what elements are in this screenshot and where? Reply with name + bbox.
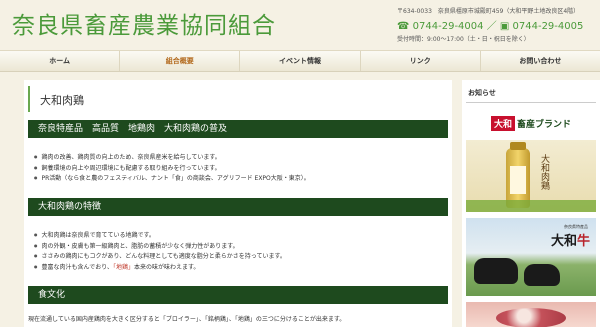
sidebar: お知らせ 大和 畜産ブランド 大和肉鶏 奈良県特産品 大和牛	[462, 80, 600, 327]
brand-text: 畜産ブランド	[517, 119, 572, 130]
business-hours: 受付時間：9:00〜17:00（土・日・祝日を除く）	[397, 36, 530, 43]
fax-icon: ▣	[499, 21, 510, 32]
food-culture-text: 現在流通している国内産鶏肉を大きく区分すると「ブロイラー」、「銘柄鶏」、「地鶏」…	[28, 316, 346, 323]
nav-item-home[interactable]: ホーム	[0, 51, 121, 71]
divider	[466, 102, 596, 103]
fax-number: 0744-29-4005	[512, 21, 584, 32]
contact-info: 〒634-0033 奈良県橿原市城殿町459（大和平野土地改良区4階） ☎ 07…	[397, 6, 592, 43]
yamato-beef-banner[interactable]: 奈良県特産品 大和牛	[466, 218, 596, 296]
meat-image	[496, 308, 566, 327]
leaf-decoration	[466, 200, 596, 212]
list-item: 大和肉鶏は奈良県で育てている地鶏です。	[34, 230, 286, 241]
page-heading: 大和肉鶏	[28, 86, 448, 112]
features-list: 大和肉鶏は奈良県で育てている地鶏です。 肉の外観・皮膚も第一級鶏肉と、脂肪の蓄積…	[34, 230, 286, 272]
yamato-brand-banner[interactable]: 大和 畜産ブランド	[466, 110, 596, 136]
main-nav: ホーム 組合概要 イベント情報 リンク お問い合わせ	[0, 50, 600, 72]
brand-highlight: 大和	[490, 115, 515, 131]
section-heading-features: 大和肉鶏の特徴	[28, 198, 448, 216]
cow-image	[524, 264, 560, 286]
promotion-list: 鶏肉の改善、鶏肉質の向上のため、奈良県産米を給与しています。 飼養環境の向上や周…	[34, 152, 310, 184]
bottle-label	[510, 166, 526, 194]
phone-icon: ☎	[397, 21, 410, 32]
list-item: 鶏肉の改善、鶏肉質の向上のため、奈良県産米を給与しています。	[34, 152, 310, 163]
meat-banner[interactable]	[466, 302, 596, 327]
nav-item-about[interactable]: 組合概要	[120, 51, 241, 71]
nav-item-links[interactable]: リンク	[361, 51, 481, 71]
section-heading-promotion: 奈良特産品 高品質 地鶏肉 大和肉鶏の普及	[28, 120, 448, 138]
list-item: 飼養環境の向上や周辺環境にも配慮する取り組みを行っています。	[34, 163, 310, 174]
separator: ／	[486, 21, 497, 32]
highlight-text: 「地鶏」	[112, 263, 134, 271]
beef-logo: 大和牛	[550, 234, 590, 249]
list-item: PR活動（なら食と農のフェスティバル、ナント「食」の商談会、アグリフード EXP…	[34, 173, 310, 184]
news-title: お知らせ	[468, 89, 496, 97]
nav-item-contact[interactable]: お問い合わせ	[481, 51, 600, 71]
tel-number[interactable]: 0744-29-4004	[413, 21, 484, 32]
list-item: 豊富な肉汁も含んでおり、「地鶏」本来の味が味わえます。	[34, 262, 286, 273]
nav-item-events[interactable]: イベント情報	[240, 51, 361, 71]
site-title[interactable]: 奈良県畜産農業協同組合	[12, 6, 276, 40]
list-item: ささみの鶏肉にもコクがあり、どんな料理としても適度な脂分と柔らかさを持っています…	[34, 251, 286, 262]
address: 〒634-0033 奈良県橿原市城殿町459（大和平野土地改良区4階）	[397, 8, 580, 15]
section-heading-food-culture: 食文化	[28, 286, 448, 304]
phone-numbers: ☎ 0744-29-4004 ／ ▣ 0744-29-4005	[397, 17, 592, 32]
main-content: 大和肉鶏 奈良特産品 高品質 地鶏肉 大和肉鶏の普及 鶏肉の改善、鶏肉質の向上の…	[24, 80, 452, 327]
list-item: 肉の外観・皮膚も第一級鶏肉と、脂肪の蓄積が少なく弾力性があります。	[34, 241, 286, 252]
bottle-cap	[510, 142, 526, 150]
yamato-chicken-banner[interactable]: 大和肉鶏	[466, 140, 596, 212]
cow-image	[474, 258, 518, 284]
site-header: 奈良県畜産農業協同組合 〒634-0033 奈良県橿原市城殿町459（大和平野土…	[0, 0, 600, 46]
banner-text: 大和肉鶏	[539, 154, 549, 190]
page-title: 大和肉鶏	[40, 94, 84, 107]
